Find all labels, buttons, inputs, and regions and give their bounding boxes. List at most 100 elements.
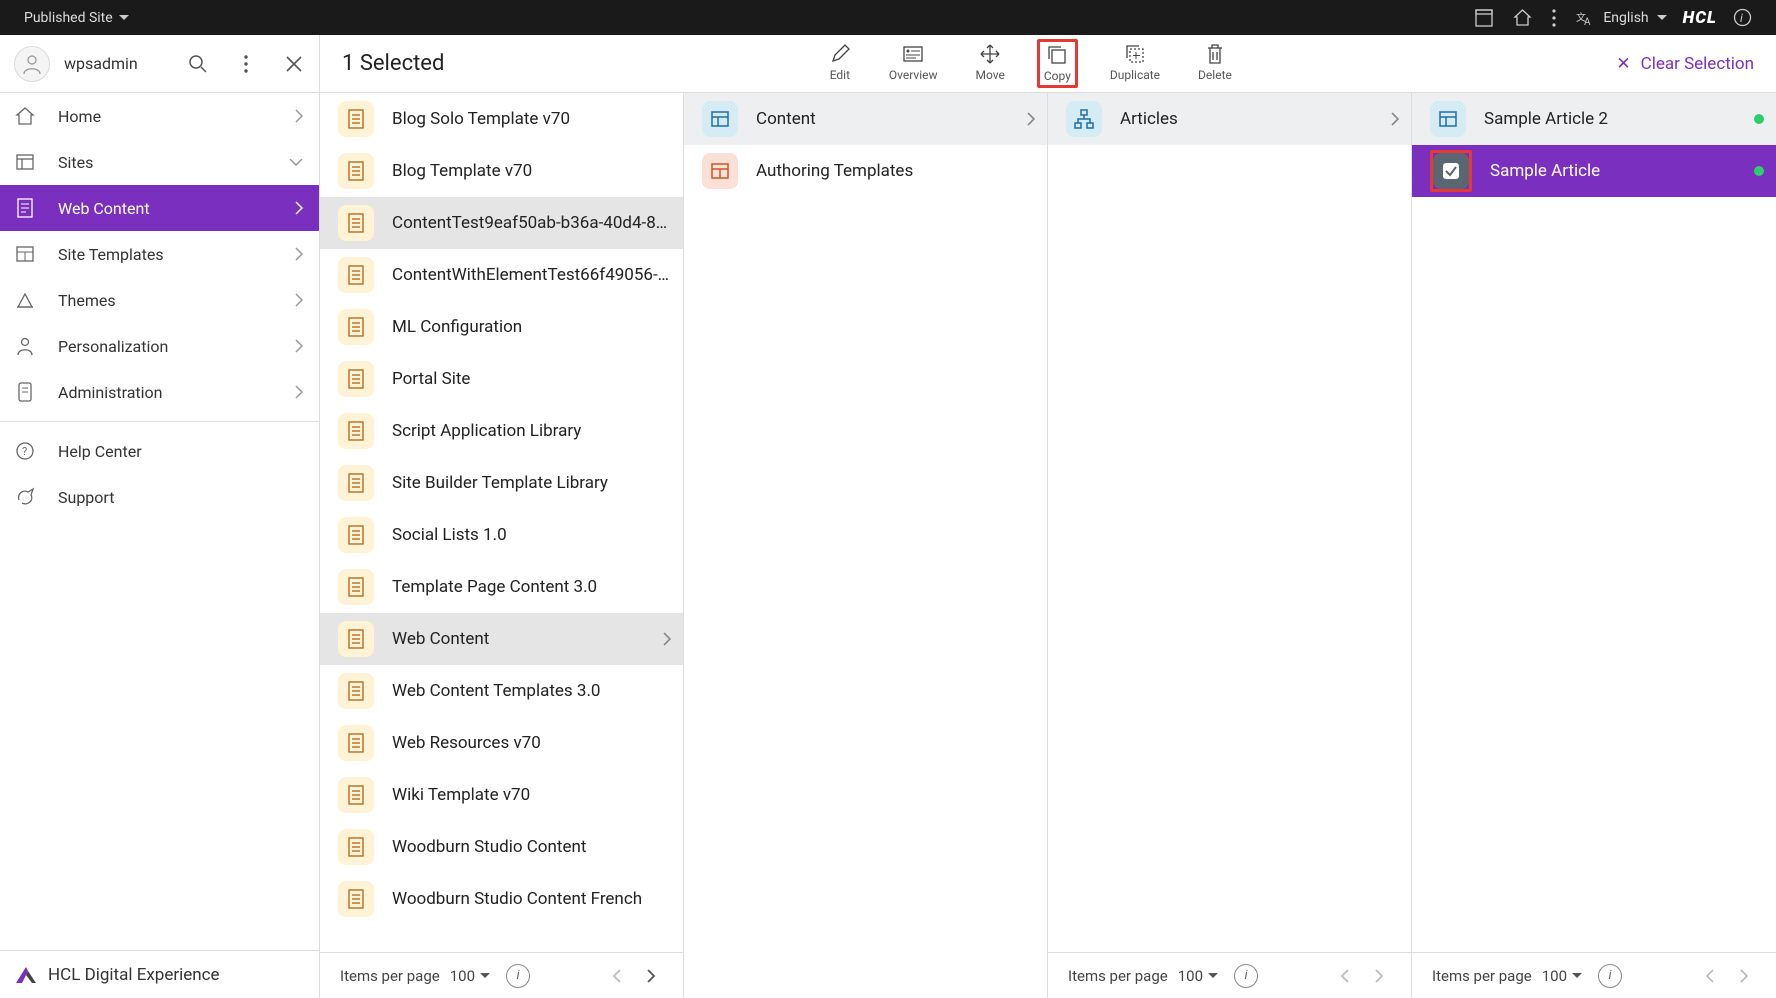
column-1-list[interactable]: Blog Solo Template v70Blog Template v70C…: [320, 93, 683, 952]
prev-page[interactable]: [605, 969, 629, 983]
home-icon[interactable]: [1503, 8, 1542, 27]
sidebar-item-label: Site Templates: [58, 245, 273, 264]
list-item[interactable]: ContentTest9eaf50ab-b36a-40d4-8…: [320, 197, 683, 249]
duplicate-button[interactable]: Duplicate: [1104, 39, 1166, 88]
list-item[interactable]: Social Lists 1.0: [320, 509, 683, 561]
lib-icon: [338, 517, 374, 553]
column-4-list[interactable]: Sample Article 2Sample Article: [1412, 93, 1776, 952]
topbar: Published Site 文A English HCL i: [0, 0, 1776, 35]
list-item[interactable]: Sample Article 2: [1412, 93, 1776, 145]
published-site-dropdown[interactable]: Published Site: [14, 10, 139, 26]
info-icon[interactable]: i: [1598, 964, 1622, 988]
list-item[interactable]: Script Application Library: [320, 405, 683, 457]
items-per-page-select[interactable]: 100: [1542, 967, 1582, 985]
sidebar-item-web-content[interactable]: Web Content: [0, 185, 319, 231]
lib-icon: [338, 465, 374, 501]
copy-icon: [1046, 44, 1068, 66]
next-page[interactable]: [1732, 969, 1756, 983]
themes-icon: [14, 290, 36, 310]
list-item[interactable]: Authoring Templates: [684, 145, 1047, 197]
chevron-down-icon: [289, 158, 303, 166]
sidebar-item-site-templates[interactable]: Site Templates: [0, 231, 319, 277]
list-item[interactable]: Wiki Template v70: [320, 769, 683, 821]
language-selector[interactable]: 文A English: [1566, 9, 1676, 27]
info-icon[interactable]: i: [1723, 8, 1762, 27]
sidebar-item-home[interactable]: Home: [0, 93, 319, 139]
search-button[interactable]: [181, 47, 215, 81]
list-item[interactable]: Content: [684, 93, 1047, 145]
list-item[interactable]: Web Resources v70: [320, 717, 683, 769]
list-item[interactable]: Articles: [1048, 93, 1411, 145]
next-page[interactable]: [639, 969, 663, 983]
sidebar-item-label: Home: [58, 107, 273, 126]
list-item[interactable]: Web Content: [320, 613, 683, 665]
next-page[interactable]: [1367, 969, 1391, 983]
list-item[interactable]: Blog Solo Template v70: [320, 93, 683, 145]
clear-selection-button[interactable]: ✕ Clear Selection: [1616, 54, 1754, 74]
item-label: Woodburn Studio Content: [392, 837, 671, 857]
prev-page[interactable]: [1698, 969, 1722, 983]
info-icon[interactable]: i: [506, 964, 530, 988]
avatar[interactable]: [14, 46, 50, 82]
lib-icon: [338, 569, 374, 605]
lib-icon: [338, 205, 374, 241]
column-3-list[interactable]: Articles: [1048, 93, 1411, 952]
more-button[interactable]: [229, 47, 263, 81]
list-item[interactable]: Blog Template v70: [320, 145, 683, 197]
sidebar-item-label: Web Content: [58, 199, 273, 218]
list-item[interactable]: ContentWithElementTest66f49056-…: [320, 249, 683, 301]
move-button[interactable]: Move: [970, 39, 1011, 88]
action-label: Overview: [889, 68, 938, 82]
list-item[interactable]: Woodburn Studio Content: [320, 821, 683, 873]
panel-icon[interactable]: [1465, 9, 1503, 27]
sidebar-item-administration[interactable]: Administration: [0, 369, 319, 415]
list-item[interactable]: ML Configuration: [320, 301, 683, 353]
list-item[interactable]: Web Content Templates 3.0: [320, 665, 683, 717]
sidebar-item-personalization[interactable]: Personalization: [0, 323, 319, 369]
list-item[interactable]: Sample Article: [1412, 145, 1776, 197]
prev-page[interactable]: [1333, 969, 1357, 983]
sidebar: wpsadmin Home Sites: [0, 35, 320, 998]
caret-down-icon: [1572, 973, 1582, 979]
content: 1 Selected Edit Overview Move Copy: [320, 35, 1776, 998]
lib-icon: [338, 413, 374, 449]
delete-icon: [1204, 43, 1226, 65]
item-label: Script Application Library: [392, 421, 671, 441]
list-item[interactable]: Template Page Content 3.0: [320, 561, 683, 613]
items-per-page-select[interactable]: 100: [1178, 967, 1218, 985]
lib-icon: [338, 361, 374, 397]
info-svg-icon: i: [1733, 8, 1752, 27]
caret-down-icon: [1657, 15, 1667, 21]
items-per-page-select[interactable]: 100: [450, 967, 490, 985]
list-item[interactable]: Woodburn Studio Content French: [320, 873, 683, 925]
user-name: wpsadmin: [64, 54, 167, 73]
sidebar-item-themes[interactable]: Themes: [0, 277, 319, 323]
checkbox-checked-icon[interactable]: [1433, 153, 1469, 189]
delete-button[interactable]: Delete: [1192, 39, 1238, 88]
info-icon[interactable]: i: [1234, 964, 1258, 988]
items-per-page-label: Items per page: [1068, 967, 1168, 985]
list-item[interactable]: Site Builder Template Library: [320, 457, 683, 509]
column-2-list[interactable]: ContentAuthoring Templates: [684, 93, 1047, 998]
columns: Blog Solo Template v70Blog Template v70C…: [320, 93, 1776, 998]
column-1-pager: Items per page 100 i: [320, 952, 683, 998]
list-item[interactable]: Portal Site: [320, 353, 683, 405]
action-label: Delete: [1198, 68, 1232, 82]
edit-button[interactable]: Edit: [823, 39, 857, 88]
lib-icon: [338, 309, 374, 345]
column-3-pager: Items per page 100 i: [1048, 952, 1411, 998]
admin-icon: [14, 382, 36, 402]
site-icon: [1430, 101, 1466, 137]
sidebar-item-sites[interactable]: Sites: [0, 139, 319, 185]
clear-label: Clear Selection: [1641, 54, 1754, 74]
overview-button[interactable]: Overview: [883, 39, 944, 88]
selection-toolbar: 1 Selected Edit Overview Move Copy: [320, 35, 1776, 93]
item-label: ContentWithElementTest66f49056-…: [392, 265, 671, 285]
close-button[interactable]: [277, 47, 311, 81]
sidebar-item-help[interactable]: ? Help Center: [0, 428, 319, 474]
status-dot: [1754, 166, 1764, 176]
sidebar-item-support[interactable]: Support: [0, 474, 319, 520]
copy-button[interactable]: Copy: [1037, 39, 1078, 88]
help-icon: ?: [14, 441, 36, 461]
more-icon[interactable]: [1542, 9, 1566, 27]
